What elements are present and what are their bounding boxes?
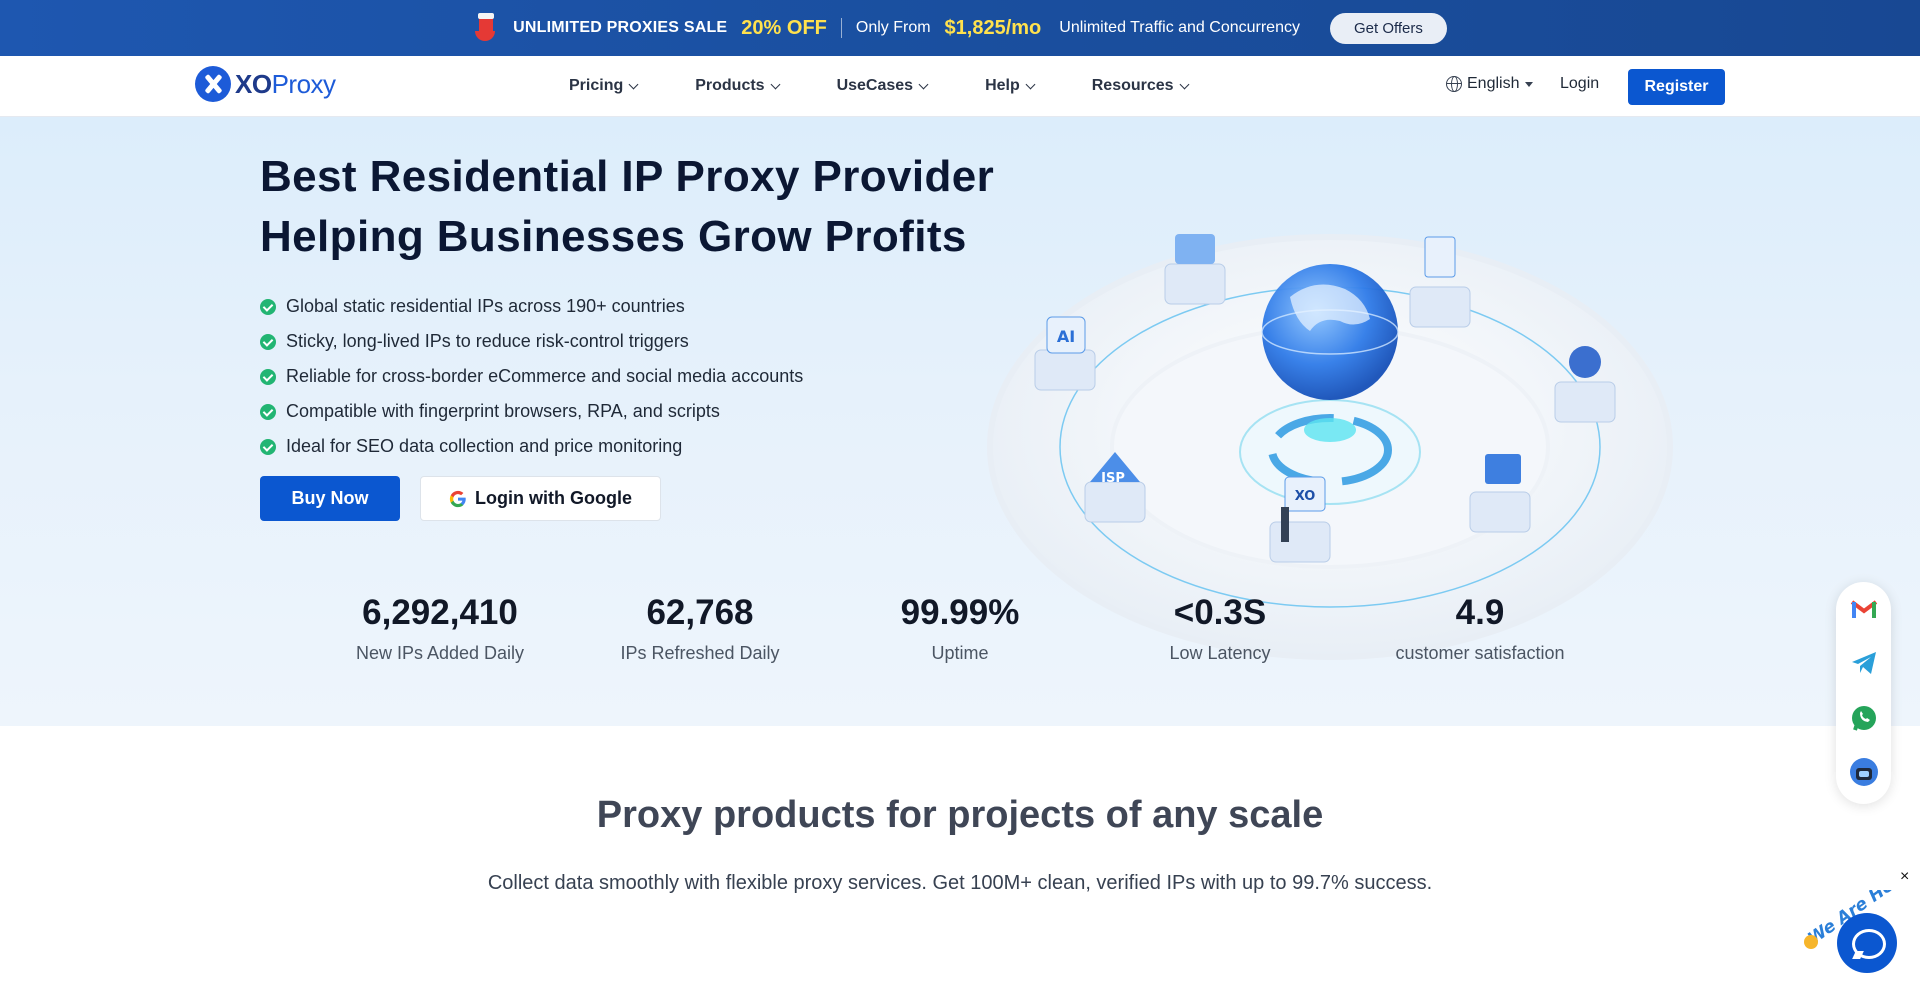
google-button-label: Login with Google bbox=[475, 488, 632, 508]
top-navbar: XOProxy Pricing Products UseCases Help R… bbox=[0, 56, 1920, 117]
telegram-icon[interactable] bbox=[1849, 648, 1879, 678]
stat-label: New IPs Added Daily bbox=[355, 643, 525, 663]
language-label: English bbox=[1467, 75, 1520, 92]
svg-text:AI: AI bbox=[1057, 327, 1075, 346]
check-icon bbox=[260, 298, 276, 315]
promo-from-text: Only From bbox=[855, 19, 931, 36]
xo-logo-icon bbox=[195, 66, 231, 102]
language-selector[interactable]: English bbox=[1446, 75, 1534, 93]
login-link[interactable]: Login bbox=[1560, 75, 1599, 93]
stat-label: Low Latency bbox=[1169, 643, 1271, 663]
stat-label: IPs Refreshed Daily bbox=[620, 643, 780, 663]
stat-label: customer satisfaction bbox=[1395, 643, 1565, 663]
chevron-down-icon bbox=[770, 79, 781, 89]
register-button[interactable]: Register bbox=[1628, 69, 1725, 105]
chat-close-button[interactable]: × bbox=[1900, 868, 1909, 886]
buy-now-button[interactable]: Buy Now bbox=[260, 476, 400, 521]
chevron-down-icon bbox=[1179, 79, 1190, 89]
stat-item: 6,292,410 New IPs Added Daily bbox=[310, 593, 570, 664]
hero-title-line2: Helping Businesses Grow Profits bbox=[260, 212, 967, 261]
globe-icon bbox=[1446, 76, 1462, 92]
login-with-google-button[interactable]: Login with Google bbox=[420, 476, 661, 521]
get-offers-button[interactable]: Get Offers bbox=[1329, 12, 1447, 44]
google-icon bbox=[449, 490, 466, 507]
caret-down-icon bbox=[1525, 81, 1534, 87]
stat-label: Uptime bbox=[931, 643, 989, 663]
support-agent-icon[interactable] bbox=[1849, 757, 1879, 787]
waving-hand-icon bbox=[1804, 935, 1818, 949]
check-icon bbox=[260, 368, 276, 385]
stat-item: 62,768 IPs Refreshed Daily bbox=[570, 593, 830, 664]
menu-usecases[interactable]: UseCases bbox=[837, 77, 929, 95]
svg-text:XO: XO bbox=[1295, 489, 1316, 504]
stat-value: 62,768 bbox=[646, 593, 754, 632]
promo-discount: 20% OFF bbox=[741, 16, 827, 39]
menu-pricing[interactable]: Pricing bbox=[569, 77, 639, 95]
feature-list: Global static residential IPs across 190… bbox=[260, 289, 803, 464]
svg-text:ISP: ISP bbox=[1101, 471, 1125, 486]
whatsapp-icon[interactable] bbox=[1849, 703, 1879, 733]
chat-launcher-button[interactable] bbox=[1837, 913, 1897, 973]
check-icon bbox=[260, 333, 276, 350]
christmas-stocking-icon bbox=[473, 13, 499, 43]
stat-item: <0.3S Low Latency bbox=[1090, 593, 1350, 664]
menu-products[interactable]: Products bbox=[695, 77, 781, 95]
feature-item: Reliable for cross-border eCommerce and … bbox=[260, 359, 803, 394]
brand-logo[interactable]: XOProxy bbox=[195, 66, 336, 102]
chevron-down-icon bbox=[918, 79, 929, 89]
stat-value: <0.3S bbox=[1173, 593, 1267, 632]
stat-item: 4.9 customer satisfaction bbox=[1350, 593, 1610, 664]
stat-value: 4.9 bbox=[1455, 593, 1505, 632]
menu-help[interactable]: Help bbox=[985, 77, 1036, 95]
check-icon bbox=[260, 403, 276, 420]
contact-floating-bar bbox=[1836, 582, 1891, 804]
menu-resources[interactable]: Resources bbox=[1092, 77, 1190, 95]
stat-value: 6,292,410 bbox=[362, 593, 518, 632]
node-server bbox=[1164, 234, 1226, 305]
promo-content: UNLIMITED PROXIES SALE 20% OFF Only From… bbox=[473, 12, 1447, 44]
chevron-down-icon bbox=[1025, 79, 1036, 89]
brand-name: XOProxy bbox=[235, 68, 336, 99]
stat-item: 99.99% Uptime bbox=[830, 593, 1090, 664]
feature-item: Compatible with fingerprint browsers, RP… bbox=[260, 394, 803, 429]
feature-item: Sticky, long-lived IPs to reduce risk-co… bbox=[260, 324, 803, 359]
promo-divider bbox=[840, 18, 842, 38]
promo-sale-text: UNLIMITED PROXIES SALE bbox=[513, 19, 728, 36]
promo-traffic-text: Unlimited Traffic and Concurrency bbox=[1059, 19, 1300, 36]
chevron-down-icon bbox=[628, 79, 639, 89]
check-icon bbox=[260, 438, 276, 455]
feature-item: Ideal for SEO data collection and price … bbox=[260, 429, 803, 464]
promo-banner: UNLIMITED PROXIES SALE 20% OFF Only From… bbox=[0, 0, 1920, 56]
main-menu: Pricing Products UseCases Help Resources bbox=[569, 56, 1246, 116]
gmail-icon[interactable] bbox=[1849, 594, 1879, 624]
products-subtitle: Collect data smoothly with flexible prox… bbox=[487, 872, 1433, 894]
hero-title: Best Residential IP Proxy Provider Helpi… bbox=[260, 147, 994, 267]
hero-section: Best Residential IP Proxy Provider Helpi… bbox=[0, 117, 1920, 726]
stat-value: 99.99% bbox=[900, 593, 1020, 632]
feature-item: Global static residential IPs across 190… bbox=[260, 289, 803, 324]
hero-title-line1: Best Residential IP Proxy Provider bbox=[260, 152, 995, 201]
promo-price: $1,825/mo bbox=[944, 16, 1042, 39]
products-heading: Proxy products for projects of any scale bbox=[596, 794, 1324, 836]
